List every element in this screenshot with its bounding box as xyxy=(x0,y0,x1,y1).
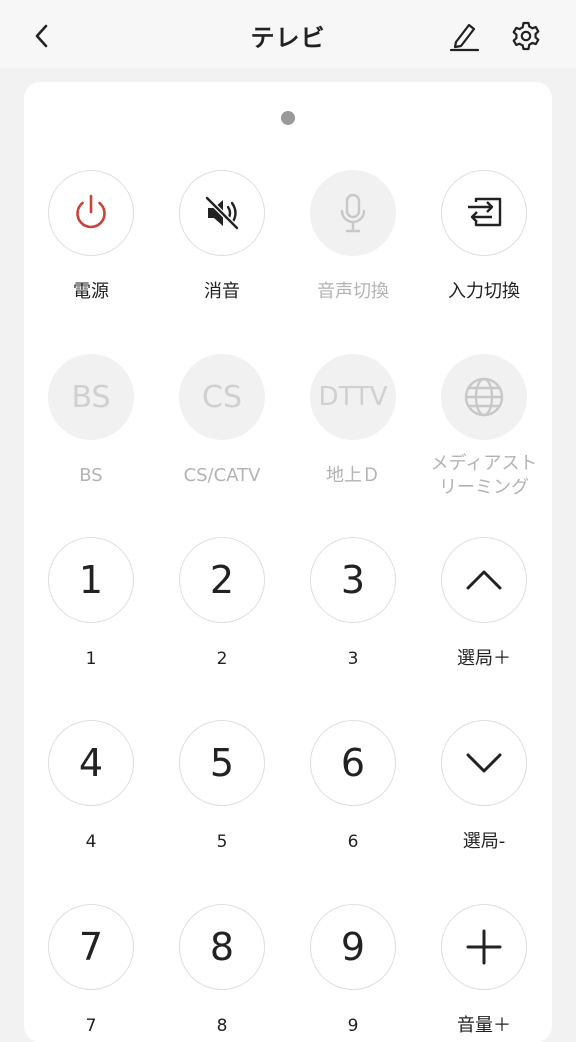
key-7: 7 7 xyxy=(26,904,156,1038)
digit-5-face: 5 xyxy=(209,741,235,785)
key-input: 入力切換 xyxy=(419,170,549,304)
digit-2-label: 2 xyxy=(216,649,228,669)
media-streaming-label-line1: メディアスト xyxy=(430,453,538,474)
digit-7-face: 7 xyxy=(78,925,104,969)
settings-button[interactable] xyxy=(506,16,546,56)
cs-label: CS/CATV xyxy=(183,465,261,486)
mute-label: 消音 xyxy=(204,281,240,302)
power-button[interactable] xyxy=(48,170,134,256)
cs-button: CS xyxy=(179,354,265,440)
voice-label: 音声切換 xyxy=(317,281,389,302)
key-volume-up: 音量＋ xyxy=(419,904,549,1038)
edit-button[interactable] xyxy=(444,16,484,56)
gear-icon xyxy=(512,21,540,51)
key-9: 9 9 xyxy=(288,904,418,1038)
globe-icon xyxy=(464,377,504,417)
digit-6-button[interactable]: 6 xyxy=(310,720,396,806)
digit-8-label: 8 xyxy=(216,1016,228,1036)
digit-3-button[interactable]: 3 xyxy=(310,537,396,623)
media-streaming-label-line2: リーミング xyxy=(439,477,529,498)
volume-up-label: 音量＋ xyxy=(457,1015,511,1036)
chevron-down-icon xyxy=(466,753,502,773)
digit-5-button[interactable]: 5 xyxy=(179,720,265,806)
digit-9-label: 9 xyxy=(347,1016,359,1036)
cs-face-text: CS xyxy=(202,379,242,415)
digit-6-face: 6 xyxy=(340,741,366,785)
digit-9-button[interactable]: 9 xyxy=(310,904,396,990)
media-streaming-button xyxy=(441,354,527,440)
key-8: 8 8 xyxy=(157,904,287,1038)
key-media-streaming: メディアスト リーミング xyxy=(419,354,549,500)
digit-4-face: 4 xyxy=(78,741,104,785)
channel-down-button[interactable] xyxy=(441,720,527,806)
input-switch-button[interactable] xyxy=(441,170,527,256)
digit-8-face: 8 xyxy=(209,925,235,969)
digit-1-label: 1 xyxy=(85,649,97,669)
dttv-label: 地上Ｄ xyxy=(326,465,380,486)
page-indicator xyxy=(281,111,295,125)
bs-face-text: BS xyxy=(71,379,111,415)
digit-8-button[interactable]: 8 xyxy=(179,904,265,990)
key-6: 6 6 xyxy=(288,720,418,854)
bs-label: BS xyxy=(79,465,103,486)
chevron-up-icon xyxy=(466,570,502,590)
channel-down-label: 選局- xyxy=(462,831,506,852)
digit-4-label: 4 xyxy=(85,832,97,852)
volume-up-button[interactable] xyxy=(441,904,527,990)
mute-button[interactable] xyxy=(179,170,265,256)
digit-2-button[interactable]: 2 xyxy=(179,537,265,623)
media-streaming-label: メディアスト リーミング xyxy=(419,452,549,500)
key-3: 3 3 xyxy=(288,537,418,671)
key-channel-up: 選局＋ xyxy=(419,537,549,671)
digit-2-face: 2 xyxy=(209,558,235,602)
key-4: 4 4 xyxy=(26,720,156,854)
power-label: 電源 xyxy=(73,281,109,302)
key-voice: 音声切換 xyxy=(288,170,418,304)
plus-icon xyxy=(466,929,502,965)
pencil-icon xyxy=(449,23,480,52)
input-switch-icon xyxy=(468,197,502,227)
digit-1-face: 1 xyxy=(78,558,104,602)
microphone-icon xyxy=(340,193,366,233)
digit-4-button[interactable]: 4 xyxy=(48,720,134,806)
page-title: テレビ xyxy=(250,24,326,52)
digit-7-label: 7 xyxy=(85,1016,97,1036)
digit-5-label: 5 xyxy=(216,832,228,852)
digit-9-face: 9 xyxy=(340,925,366,969)
channel-up-label: 選局＋ xyxy=(457,648,511,669)
input-label: 入力切換 xyxy=(448,281,520,302)
dttv-button: DTTV xyxy=(310,354,396,440)
key-5: 5 5 xyxy=(157,720,287,854)
key-cs: CS CS/CATV xyxy=(157,354,287,488)
key-dttv: DTTV 地上Ｄ xyxy=(288,354,418,488)
voice-button xyxy=(310,170,396,256)
digit-3-face: 3 xyxy=(340,558,366,602)
dttv-face-text: DTTV xyxy=(318,382,388,412)
power-icon xyxy=(76,194,106,229)
digit-1-button[interactable]: 1 xyxy=(48,537,134,623)
key-channel-down: 選局- xyxy=(419,720,549,854)
channel-up-button[interactable] xyxy=(441,537,527,623)
key-1: 1 1 xyxy=(26,537,156,671)
digit-6-label: 6 xyxy=(347,832,359,852)
digit-7-button[interactable]: 7 xyxy=(48,904,134,990)
digit-3-label: 3 xyxy=(347,649,359,669)
key-2: 2 2 xyxy=(157,537,287,671)
key-bs: BS BS xyxy=(26,354,156,488)
app-header: テレビ xyxy=(0,0,576,68)
bs-button: BS xyxy=(48,354,134,440)
key-power: 電源 xyxy=(26,170,156,304)
key-mute: 消音 xyxy=(157,170,287,304)
speaker-mute-icon xyxy=(205,196,239,230)
